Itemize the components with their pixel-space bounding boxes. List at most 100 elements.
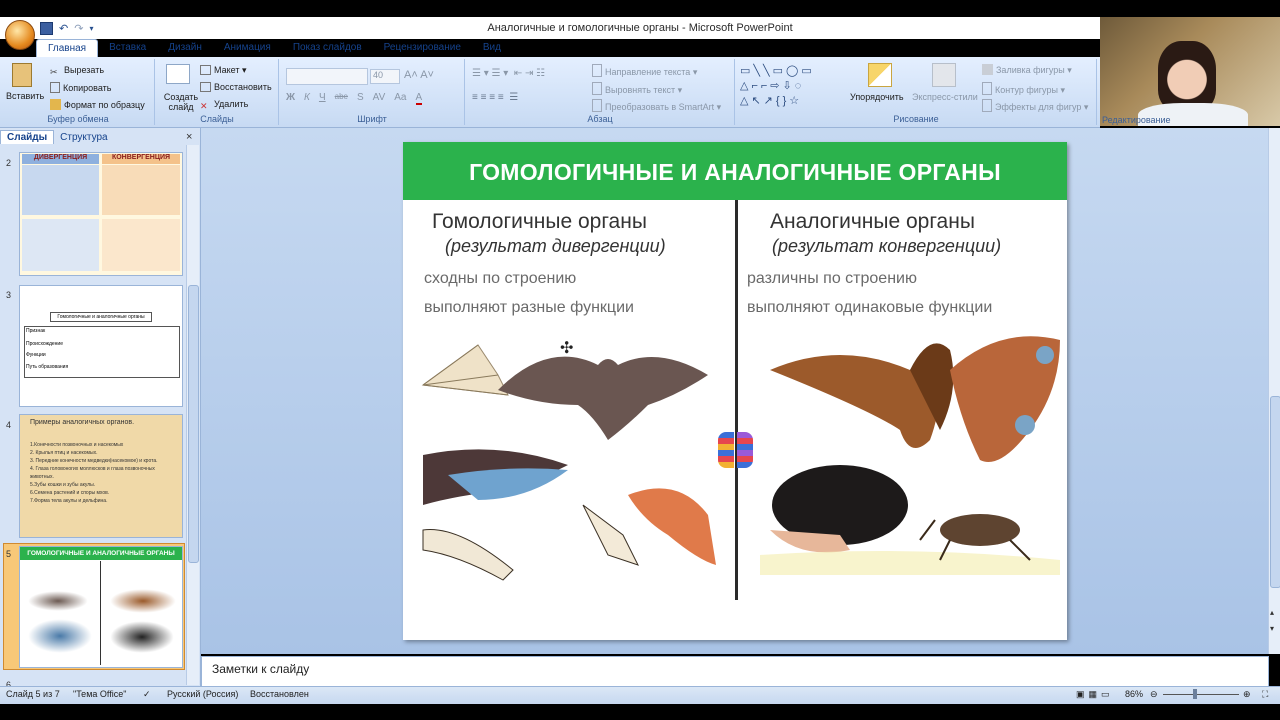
slide-thumbnail-2[interactable]: ДИВЕРГЕНЦИЯ КОНВЕРГЕНЦИЯ	[19, 152, 183, 276]
thumb-row: Функции	[26, 352, 46, 358]
slide-banner[interactable]: ГОМОЛОГИЧНЫЕ И АНАЛОГИЧНЫЕ ОРГАНЫ	[403, 142, 1067, 200]
thumb-row: Путь образования	[26, 364, 69, 370]
text-direction-label: Направление текста	[605, 67, 691, 77]
undo-icon[interactable]: ↶	[59, 22, 68, 35]
notes-pane[interactable]	[201, 656, 1269, 688]
analogous-title[interactable]: Аналогичные органы	[770, 210, 975, 234]
next-slide-icon[interactable]: ▾	[1270, 624, 1274, 633]
font-group: 40 A˄ A˅ Ж К Ч abe S AV Aa A Шрифт	[280, 59, 465, 125]
slide-scrollbar[interactable]: ▴ ▾	[1268, 128, 1280, 654]
homologous-illustration[interactable]	[418, 335, 718, 590]
fit-window-icon[interactable]: ⛶	[1262, 689, 1268, 700]
panel-scroll-thumb[interactable]	[188, 285, 199, 563]
bat-image	[498, 356, 708, 440]
quick-styles-button[interactable]: Экспресс-стили	[912, 92, 978, 102]
slide-number: 3	[6, 290, 12, 300]
zoom-in-icon[interactable]: ⊕	[1243, 689, 1251, 700]
smartart-button[interactable]: Преобразовать в SmartArt ▾	[592, 99, 721, 113]
zoom-slider-thumb[interactable]	[1193, 689, 1197, 699]
thumb-convergence-head: КОНВЕРГЕНЦИЯ	[102, 154, 180, 164]
tab-outline[interactable]: Структура	[54, 131, 113, 144]
tab-home[interactable]: Главная	[36, 39, 99, 58]
layout-button[interactable]: Макет ▾	[200, 65, 247, 76]
format-painter-button[interactable]: Формат по образцу	[50, 99, 145, 110]
homologous-subtitle[interactable]: (результат дивергенции)	[445, 236, 666, 257]
tab-slideshow[interactable]: Показ слайдов	[282, 39, 373, 57]
shapes-gallery[interactable]: ▭╲╲▭◯▭ △⌐⌐⇨⇩◌ △↖↗{}☆	[740, 64, 840, 110]
zoom-slider[interactable]	[1163, 694, 1239, 695]
slide-thumbnail-5[interactable]: ГОМОЛОГИЧНЫЕ И АНАЛОГИЧНЫЕ ОРГАНЫ	[19, 546, 183, 668]
zoom-out-icon[interactable]: ⊖	[1150, 689, 1158, 700]
shadow-button[interactable]: S	[357, 92, 364, 105]
thumb-row: Признак	[26, 328, 46, 334]
new-slide-button[interactable]: Создать слайд	[161, 92, 201, 112]
text-direction-icon	[592, 64, 602, 77]
close-panel-icon[interactable]: ×	[186, 131, 192, 143]
font-family-select[interactable]	[286, 68, 368, 85]
analogous-line-1[interactable]: различны по строению	[747, 270, 917, 288]
italic-button[interactable]: К	[304, 92, 310, 105]
butterfly-image	[950, 336, 1060, 462]
analogous-illustration[interactable]	[760, 330, 1065, 590]
zoom-level[interactable]: 86%	[1125, 689, 1143, 699]
customize-qat-icon[interactable]: ▾	[89, 24, 93, 33]
paste-button[interactable]: Вставить	[6, 91, 44, 101]
ribbon-tabs: Главная Вставка Дизайн Анимация Показ сл…	[36, 39, 512, 58]
spellcheck-icon[interactable]: ✓	[143, 689, 151, 700]
tab-design[interactable]: Дизайн	[157, 39, 213, 57]
thumb-list-item: 1.Конечности позвоночных и насекомых	[30, 442, 124, 448]
save-icon[interactable]	[40, 21, 53, 35]
new-slide-icon[interactable]	[166, 64, 190, 84]
grow-font-icon[interactable]: A˄ A˅	[404, 69, 434, 81]
bullets-icon[interactable]: ☰ ▾ ☰ ▾ ⇤ ⇥ ☷	[472, 68, 545, 79]
underline-button[interactable]: Ч	[319, 92, 326, 105]
slide-thumbnail-4[interactable]: Примеры аналогичных органов. 1.Конечност…	[19, 414, 183, 538]
office-button[interactable]	[5, 20, 35, 50]
align-text-button[interactable]: Выровнять текст ▾	[592, 82, 682, 96]
align-icons[interactable]: ≡ ≡ ≡ ≡ ☰	[472, 92, 518, 103]
shape-outline-button[interactable]: Контур фигуры ▾	[982, 82, 1065, 96]
drawing-group: ▭╲╲▭◯▭ △⌐⌐⇨⇩◌ △↖↗{}☆ Упорядочить Экспресс-…	[736, 59, 1097, 125]
slide-thumbnail-3[interactable]: Гомологичные и аналогичные органы Призна…	[19, 285, 183, 407]
change-case-button[interactable]: Aa	[394, 92, 406, 105]
copy-icon	[50, 82, 60, 93]
view-buttons[interactable]: ▣▦▭	[1076, 689, 1114, 700]
drawing-group-title: Рисование	[893, 114, 939, 124]
redo-icon[interactable]: ↷	[74, 22, 83, 35]
homologous-title[interactable]: Гомологичные органы	[432, 210, 647, 234]
tab-insert[interactable]: Вставка	[98, 39, 157, 57]
thumb-bat-image	[28, 591, 88, 611]
shape-effects-button[interactable]: Эффекты для фигур ▾	[982, 99, 1088, 113]
delete-slide-button[interactable]: ✕ Удалить	[200, 99, 248, 112]
slides-group: Создать слайд Макет ▾ Восстановить ✕ Удал…	[156, 59, 279, 125]
theme-name[interactable]: "Тема Office"	[73, 689, 126, 699]
notes-placeholder[interactable]: Заметки к слайду	[212, 662, 309, 676]
text-direction-button[interactable]: Направление текста ▾	[592, 64, 697, 78]
arrange-button[interactable]: Упорядочить	[850, 92, 904, 102]
homologous-line-1[interactable]: сходны по строению	[424, 270, 576, 288]
analogous-subtitle[interactable]: (результат конвергенции)	[772, 236, 1001, 257]
shape-fill-button[interactable]: Заливка фигуры ▾	[982, 64, 1072, 76]
font-color-button[interactable]: A	[415, 92, 423, 105]
strikethrough-button[interactable]: abe	[335, 92, 348, 105]
tab-animation[interactable]: Анимация	[213, 39, 282, 57]
homologous-line-2[interactable]: выполняют разные функции	[424, 299, 634, 317]
tab-review[interactable]: Рецензирование	[373, 39, 472, 57]
analogous-line-2[interactable]: выполняют одинаковые функции	[747, 299, 992, 317]
language-indicator[interactable]: Русский (Россия)	[167, 689, 238, 699]
reset-button[interactable]: Восстановить	[200, 82, 272, 92]
prev-slide-icon[interactable]: ▴	[1270, 608, 1274, 617]
quick-styles-icon[interactable]	[932, 63, 956, 87]
font-size-select[interactable]: 40	[370, 69, 400, 84]
bold-button[interactable]: Ж	[286, 92, 295, 105]
tab-slides[interactable]: Слайды	[0, 130, 55, 144]
copy-button[interactable]: Копировать	[50, 82, 111, 93]
spacing-button[interactable]: AV	[373, 92, 386, 105]
paste-icon[interactable]	[12, 63, 32, 87]
slide-scroll-thumb[interactable]	[1270, 396, 1280, 588]
arrange-icon[interactable]	[868, 63, 892, 87]
cut-button[interactable]: ✂ Вырезать	[50, 65, 104, 78]
tab-view[interactable]: Вид	[472, 39, 512, 57]
thumb-title: Примеры аналогичных органов.	[30, 419, 135, 426]
panel-scrollbar[interactable]	[186, 145, 199, 685]
